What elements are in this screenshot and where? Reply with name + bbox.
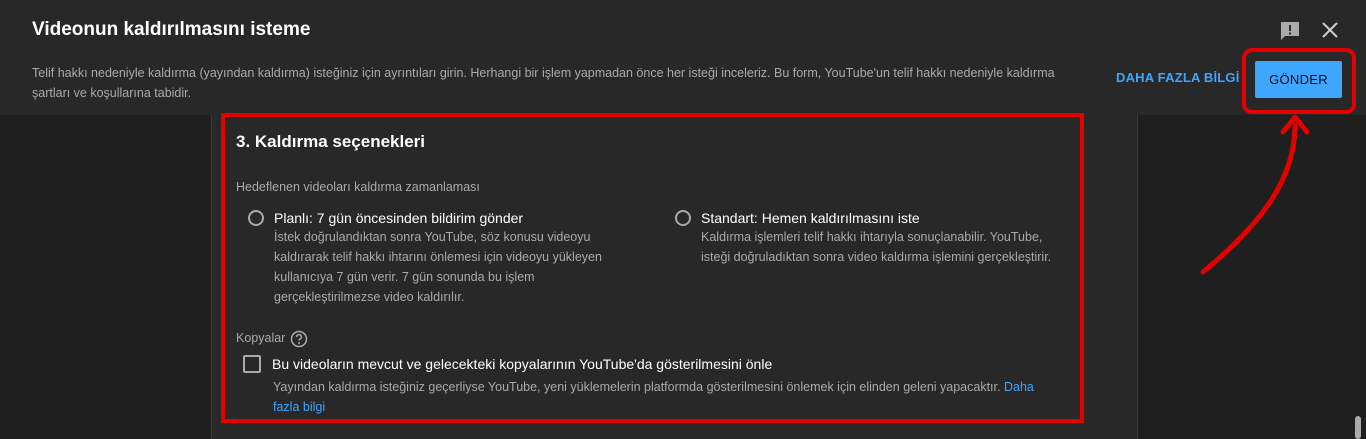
learn-more-link[interactable]: DAHA FAZLA BİLGİ bbox=[1116, 70, 1240, 85]
dialog-header: Videonun kaldırılmasını isteme Telif hak… bbox=[0, 0, 1366, 115]
scrollbar-thumb[interactable] bbox=[1355, 416, 1361, 439]
dialog-title: Videonun kaldırılmasını isteme bbox=[32, 19, 311, 40]
dialog-description: Telif hakkı nedeniyle kaldırma (yayından… bbox=[32, 66, 1055, 100]
close-icon[interactable] bbox=[1319, 19, 1341, 41]
submit-button[interactable]: GÖNDER bbox=[1255, 61, 1342, 98]
feedback-icon[interactable] bbox=[1279, 21, 1301, 41]
section-highlight-box bbox=[221, 113, 1084, 423]
